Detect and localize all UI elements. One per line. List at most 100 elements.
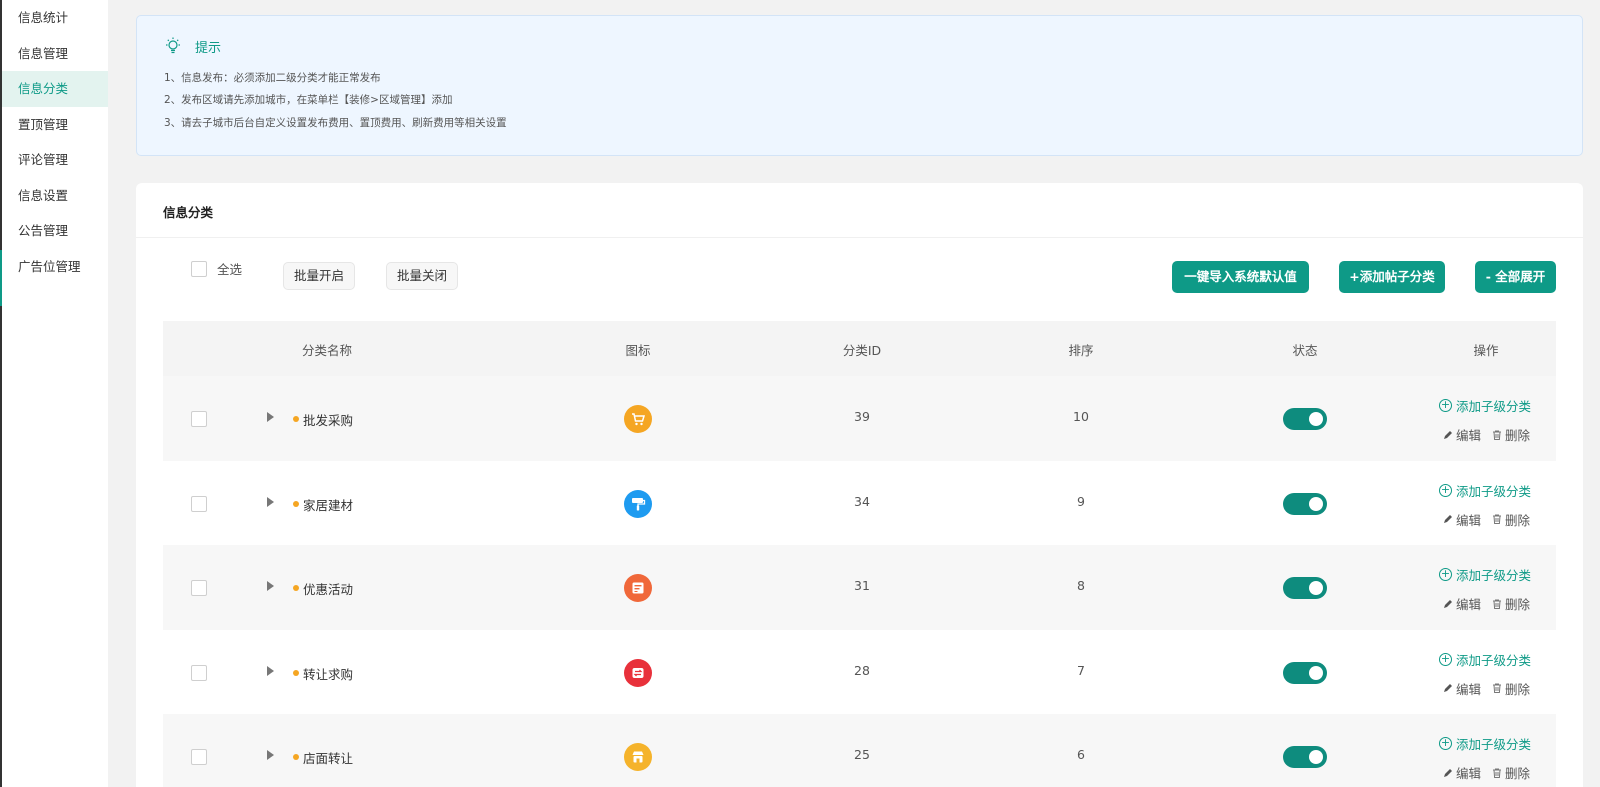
category-sort: 7 [1077,662,1085,678]
edit-button[interactable]: 编辑 [1456,679,1481,698]
delete-button[interactable]: 删除 [1505,763,1530,782]
delete-button[interactable]: 删除 [1505,594,1530,613]
trash-icon [1493,430,1502,440]
sidebar-item-category[interactable]: 信息分类 [2,71,108,107]
tips-header: 提示 [163,36,221,56]
row-checkbox[interactable] [191,749,207,765]
panel-divider [136,237,1583,238]
edit-button[interactable]: 编辑 [1456,763,1481,782]
category-sort: 9 [1077,493,1085,509]
sidebar-item-settings[interactable]: 信息设置 [2,178,108,214]
sidebar-item-ads[interactable]: 广告位管理 [2,249,108,285]
status-toggle[interactable] [1283,661,1327,684]
add-child-button[interactable]: + 添加子级分类 [1439,396,1531,415]
status-toggle[interactable] [1283,746,1327,768]
header-status: 状态 [1292,343,1318,358]
sidebar-item-info-manage[interactable]: 信息管理 [2,36,108,72]
trash-icon [1493,514,1502,524]
expand-all-button[interactable]: - 全部展开 [1475,261,1556,293]
edit-button[interactable]: 编辑 [1456,510,1481,529]
tips-panel: 提示 1、信息发布：必须添加二级分类才能正常发布 2、发布区域请先添加城市，在菜… [136,15,1583,156]
row-actions: 编辑 删除 [1442,594,1530,613]
header-name: 分类名称 [301,343,353,358]
category-sort: 6 [1077,747,1085,762]
row-checkbox[interactable] [191,495,207,512]
status-toggle[interactable] [1283,577,1327,599]
row-checkbox[interactable] [191,580,207,596]
add-child-label: 添加子级分类 [1456,483,1532,499]
category-id: 28 [854,662,870,678]
status-toggle[interactable] [1283,492,1327,515]
status-toggle[interactable] [1283,408,1327,430]
add-child-button[interactable]: + 添加子级分类 [1439,734,1531,753]
sidebar-item-stats[interactable]: 信息统计 [2,0,108,36]
category-id: 39 [854,409,870,424]
row-actions: 编辑 删除 [1442,510,1530,529]
category-table: 分类名称 图标 分类ID 排序 状态 操作 批发采购 39 10 + 添加子级分类… [163,321,1556,787]
tips-line-3: 3、请去子城市后台自定义设置发布费用、置顶费用、刷新费用等相关设置 [164,117,507,129]
plus-circle-icon: + [1439,651,1452,666]
add-category-button[interactable]: +添加帖子分类 [1339,261,1445,293]
delete-button[interactable]: 删除 [1505,425,1530,444]
expand-arrow-icon[interactable] [267,750,274,760]
header-actions: 操作 [1473,343,1499,358]
tips-title: 提示 [195,40,222,56]
plus-circle-icon: + [1439,482,1452,497]
import-default-button[interactable]: 一键导入系统默认值 [1172,261,1309,293]
expand-arrow-icon[interactable] [267,581,274,591]
sidebar-item-pin[interactable]: 置顶管理 [2,107,108,143]
pencil-icon [1444,515,1452,523]
category-name: 批发采购 [303,413,354,428]
row-checkbox[interactable] [191,664,207,681]
trash-icon [1493,683,1502,693]
category-name: 店面转让 [303,751,354,766]
tips-line-1: 1、信息发布：必须添加二级分类才能正常发布 [164,72,381,84]
add-child-button[interactable]: + 添加子级分类 [1439,565,1531,584]
plus-circle-icon: + [1439,736,1452,750]
pencil-icon [1444,684,1452,692]
tips-line-2: 2、发布区域请先添加城市，在菜单栏【装修>区域管理】添加 [164,94,453,106]
expand-arrow-icon[interactable] [267,665,274,676]
batch-disable-button[interactable]: 批量关闭 [386,262,459,290]
edit-button[interactable]: 编辑 [1456,425,1481,444]
delete-button[interactable]: 删除 [1505,679,1530,698]
select-all-checkbox[interactable] [191,260,207,277]
category-name: 转让求购 [303,666,354,682]
row-actions: 编辑 删除 [1442,425,1530,444]
panel-title: 信息分类 [163,205,214,220]
select-all[interactable]: 全选 [191,259,242,278]
category-sort: 8 [1077,578,1085,593]
table-row: 优惠活动 31 8 + 添加子级分类 编辑 删除 [163,545,1556,630]
add-child-button[interactable]: + 添加子级分类 [1439,650,1531,669]
batch-enable-button[interactable]: 批量开启 [283,262,356,290]
table-row: 转让求购 28 7 + 添加子级分类 编辑 删除 [163,630,1556,715]
add-child-label: 添加子级分类 [1456,737,1532,752]
category-id: 25 [854,747,870,762]
coupon-icon [624,574,652,602]
header-id: 分类ID [842,343,882,358]
select-all-label: 全选 [217,262,243,277]
expand-arrow-icon[interactable] [267,412,274,422]
header-sort: 排序 [1068,343,1094,358]
trash-icon [1493,768,1502,778]
row-actions: 编辑 删除 [1442,763,1530,782]
add-child-button[interactable]: + 添加子级分类 [1439,481,1531,500]
category-id: 34 [854,493,870,509]
bullet-dot [293,416,299,422]
category-name: 家居建材 [303,497,354,513]
expand-arrow-icon[interactable] [267,496,274,507]
sidebar-item-notice[interactable]: 公告管理 [2,213,108,249]
delete-button[interactable]: 删除 [1505,510,1530,529]
table-row: 批发采购 39 10 + 添加子级分类 编辑 删除 [163,376,1556,461]
cart-icon [624,405,652,433]
plus-circle-icon: + [1439,567,1452,581]
row-checkbox[interactable] [191,411,207,427]
header-icon: 图标 [625,343,651,358]
bullet-dot [293,754,299,760]
plus-circle-icon: + [1439,398,1452,412]
edit-button[interactable]: 编辑 [1456,594,1481,613]
category-panel: 信息分类 全选 批量开启 批量关闭 一键导入系统默认值 +添加帖子分类 - 全部… [136,183,1583,787]
pencil-icon [1444,768,1452,777]
category-id: 31 [854,578,870,593]
sidebar-item-comments[interactable]: 评论管理 [2,142,108,178]
